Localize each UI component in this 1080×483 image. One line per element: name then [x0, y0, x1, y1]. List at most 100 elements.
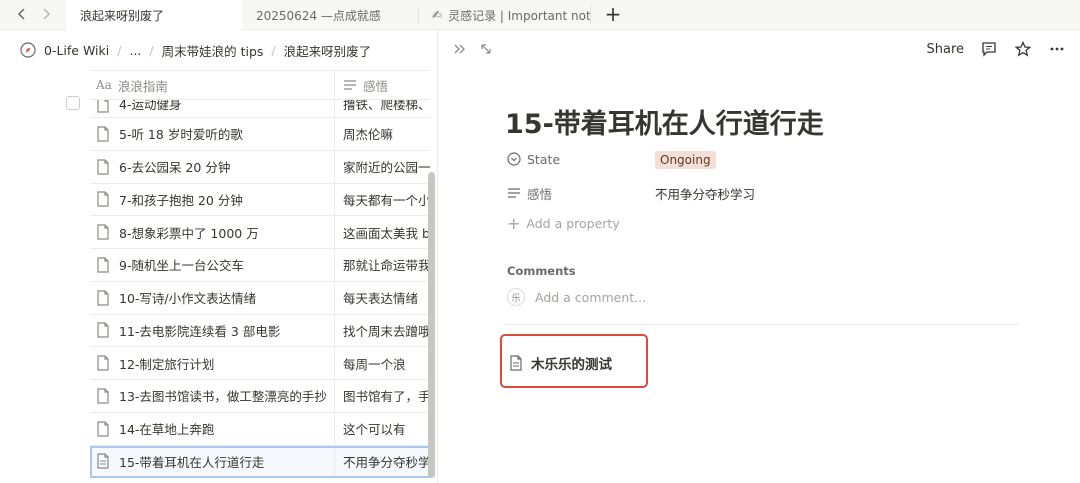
column-header-feel[interactable]: 感悟	[335, 71, 430, 99]
title-cell[interactable]: 5-听 18 岁时爱听的歌	[90, 118, 335, 150]
new-tab-plus-icon[interactable]: +	[602, 4, 624, 26]
plus-icon: +	[507, 213, 521, 233]
tab-1[interactable]: 20250624 —点成就感	[242, 0, 418, 30]
breadcrumb-item[interactable]: 浪起来呀别废了	[282, 41, 374, 60]
title-cell[interactable]: 15-带着耳机在人行道行走	[90, 445, 335, 478]
forward-arrow-icon[interactable]	[38, 6, 54, 22]
title-cell[interactable]: 14-在草地上奔跑	[90, 412, 335, 445]
feel-cell[interactable]: 找个周末去蹭哦	[335, 315, 430, 347]
database-pane: 0-Life Wiki / ... / 周末带娃浪的 tips / 浪起来呀别废…	[0, 30, 438, 483]
compass-icon	[20, 42, 36, 58]
document-icon	[97, 159, 109, 175]
pencil-icon: ✍	[432, 8, 443, 22]
table-row[interactable]: 13-去图书馆读书，做工整漂亮的手抄 图书馆有了，手	[90, 380, 430, 413]
property-name[interactable]: 感悟	[507, 184, 655, 203]
expand-icon[interactable]	[479, 42, 493, 56]
page-title[interactable]: 15-带着耳机在人行道行走	[505, 102, 824, 141]
table-row[interactable]: 12-制定旅行计划 每周一个浪	[90, 347, 430, 380]
table-row[interactable]: 7-和孩子抱抱 20 分钟 每天都有一个小	[90, 183, 430, 217]
table-row[interactable]: 5-听 18 岁时爱听的歌 周杰伦嘛	[90, 118, 430, 151]
table-row[interactable]: 9-随机坐上一台公交车 那就让命运带我	[90, 249, 430, 282]
document-icon	[97, 388, 109, 404]
breadcrumb-separator: /	[149, 42, 154, 58]
document-icon	[510, 355, 522, 371]
tab-label: 浪起来呀别废了	[80, 8, 165, 23]
comments-heading: Comments	[507, 264, 576, 278]
table-row[interactable]: 11-去电影院连续看 3 部电影 找个周末去蹭哦	[90, 314, 430, 348]
title-cell[interactable]: 11-去电影院连续看 3 部电影	[90, 314, 335, 347]
subpage-title: 木乐乐的测试	[531, 357, 612, 373]
comment-input-row[interactable]: 乐 Add a comment...	[507, 288, 646, 306]
close-peek-double-chevron-icon[interactable]	[453, 42, 467, 56]
feel-cell[interactable]: 撸铁、爬楼梯、	[335, 100, 430, 117]
comment-icon[interactable]	[980, 40, 998, 58]
title-cell[interactable]: 8-想象彩票中了 1000 万	[90, 216, 335, 248]
title-cell[interactable]: 13-去图书馆读书，做工整漂亮的手抄	[90, 380, 335, 412]
document-icon	[97, 290, 109, 306]
feel-cell[interactable]: 每天表达情绪	[335, 282, 430, 314]
row-checkbox[interactable]	[66, 96, 80, 110]
more-icon[interactable]	[1048, 40, 1066, 58]
feel-cell[interactable]: 图书馆有了，手	[335, 380, 430, 412]
vertical-scrollbar[interactable]	[428, 172, 435, 478]
table-row[interactable]: 10-写诗/小作文表达情绪 每天表达情绪	[90, 281, 430, 315]
feel-cell[interactable]: 这画面太美我 bu	[335, 216, 430, 248]
feel-cell[interactable]: 周杰伦嘛	[335, 118, 430, 150]
property-label: 感悟	[527, 186, 553, 202]
title-cell[interactable]: 12-制定旅行计划	[90, 347, 335, 379]
title-cell[interactable]: 4-运动健身	[90, 100, 335, 117]
property-feel: 感悟 不用争分夺秒学习	[507, 182, 755, 204]
row-title: 11-去电影院连续看 3 部电影	[119, 323, 281, 339]
tab-0[interactable]: 浪起来呀别废了	[66, 0, 242, 30]
breadcrumb-item[interactable]: 周末带娃浪的 tips	[160, 41, 266, 60]
star-icon[interactable]	[1014, 40, 1032, 58]
back-arrow-icon[interactable]	[14, 6, 30, 22]
document-icon	[97, 257, 109, 273]
column-header-label: 感悟	[363, 78, 389, 94]
tab-bar: 浪起来呀别废了 20250624 —点成就感 ✍ 灵感记录 | Importan…	[0, 0, 1080, 30]
title-cell[interactable]: 6-去公园呆 20 分钟	[90, 150, 335, 183]
table-row-selected[interactable]: 15-带着耳机在人行道行走 不用争分夺秒学	[90, 445, 430, 479]
feel-cell[interactable]: 这个可以有	[335, 413, 430, 445]
text-lines-icon	[508, 188, 520, 198]
document-icon	[97, 322, 109, 338]
table-header: Aa 浪浪指南 感悟	[90, 70, 430, 100]
table-row[interactable]: 8-想象彩票中了 1000 万 这画面太美我 bu	[90, 216, 430, 249]
subpage-link[interactable]: 木乐乐的测试	[509, 353, 612, 373]
table-body: 4-运动健身 撸铁、爬楼梯、 5-听 18 岁时爱听的歌 周杰伦嘛 6-去公园呆…	[90, 100, 430, 479]
row-title: 12-制定旅行计划	[119, 356, 215, 372]
title-cell[interactable]: 9-随机坐上一台公交车	[90, 249, 335, 281]
feel-cell[interactable]: 每天都有一个小	[335, 184, 430, 216]
page-toolbar: Share	[926, 40, 1066, 58]
table-row[interactable]: 6-去公园呆 20 分钟 家附近的公园一	[90, 150, 430, 184]
column-header-title[interactable]: Aa 浪浪指南	[90, 71, 335, 99]
share-button[interactable]: Share	[926, 42, 964, 57]
comment-input[interactable]: Add a comment...	[535, 290, 646, 305]
breadcrumb-item[interactable]: ...	[127, 43, 143, 58]
property-name[interactable]: State	[507, 152, 655, 167]
property-value[interactable]: Ongoing	[655, 150, 716, 169]
row-title: 5-听 18 岁时爱听的歌	[119, 127, 243, 143]
feel-cell[interactable]: 那就让命运带我	[335, 249, 430, 281]
feel-cell[interactable]: 不用争分夺秒学	[335, 446, 430, 478]
document-icon	[97, 355, 109, 371]
title-cell[interactable]: 7-和孩子抱抱 20 分钟	[90, 183, 335, 216]
add-property-button[interactable]: + Add a property	[507, 213, 620, 233]
status-badge: Ongoing	[655, 150, 716, 169]
document-icon	[97, 421, 109, 437]
table-row[interactable]: 4-运动健身 撸铁、爬楼梯、	[90, 100, 430, 118]
title-cell[interactable]: 10-写诗/小作文表达情绪	[90, 281, 335, 314]
row-title: 4-运动健身	[119, 100, 182, 112]
breadcrumb-separator: /	[271, 42, 276, 58]
property-value[interactable]: 不用争分夺秒学习	[655, 184, 755, 203]
add-property-label: Add a property	[526, 216, 620, 231]
feel-cell[interactable]: 每周一个浪	[335, 347, 430, 379]
table-row[interactable]: 14-在草地上奔跑 这个可以有	[90, 412, 430, 446]
feel-cell[interactable]: 家附近的公园一	[335, 151, 430, 183]
row-title: 13-去图书馆读书，做工整漂亮的手抄	[119, 389, 327, 405]
divider	[505, 324, 1019, 325]
breadcrumb-item[interactable]: 0-Life Wiki	[42, 43, 111, 58]
row-title: 9-随机坐上一台公交车	[119, 258, 244, 274]
row-title: 15-带着耳机在人行道行走	[119, 454, 265, 470]
tab-2[interactable]: ✍ 灵感记录 | Important not	[418, 0, 590, 30]
